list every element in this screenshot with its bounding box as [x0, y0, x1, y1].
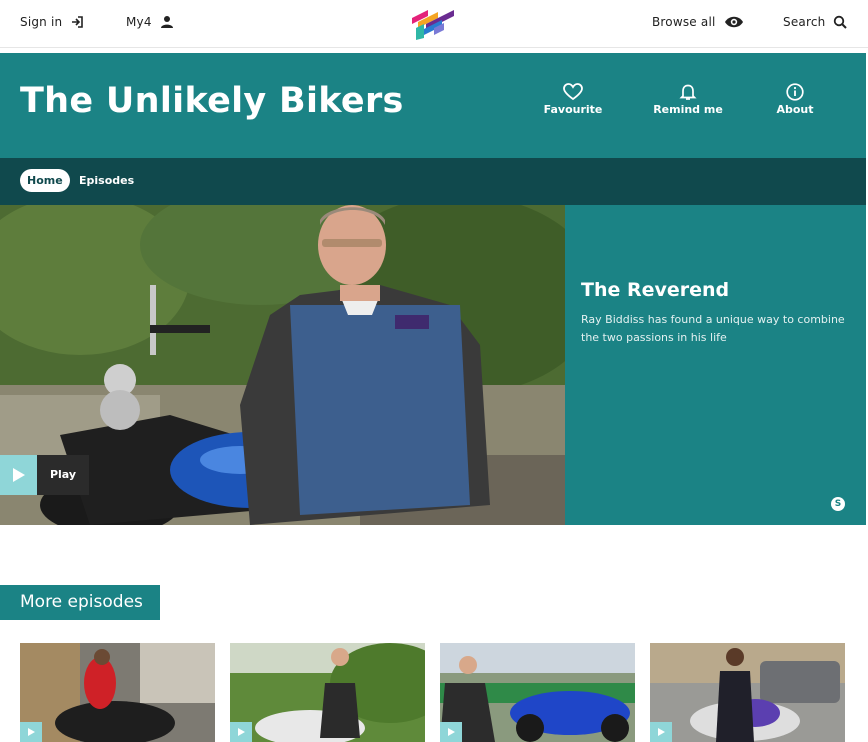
episode-thumbnail-4[interactable] — [650, 643, 845, 742]
about-label: About — [776, 103, 814, 116]
featured-episode-title[interactable]: The Reverend — [581, 279, 729, 301]
tab-home[interactable]: Home — [20, 169, 70, 192]
play-button[interactable]: Play — [0, 455, 89, 495]
show-title: The Unlikely Bikers — [20, 81, 404, 121]
tab-episodes[interactable]: Episodes — [72, 169, 141, 192]
sign-in-label: Sign in — [20, 15, 63, 29]
play-icon — [12, 468, 25, 482]
remind-me-button[interactable]: Remind me — [648, 83, 728, 116]
featured-episode-info: The Reverend Ray Biddiss has found a uni… — [565, 205, 866, 525]
search-link[interactable]: Search — [783, 0, 848, 44]
search-icon — [834, 15, 848, 29]
favourite-label: Favourite — [543, 103, 603, 116]
sign-in-icon — [72, 16, 84, 28]
featured-episode-image[interactable]: Play — [0, 205, 565, 525]
show-subnav: Home Episodes — [0, 158, 866, 205]
browse-all-label: Browse all — [652, 15, 716, 29]
episode-1-image — [20, 643, 215, 742]
heart-icon — [563, 83, 583, 101]
episode-4-image — [650, 643, 845, 742]
play-label: Play — [37, 455, 89, 495]
episode-3-play-icon — [440, 722, 462, 742]
episode-1-play-icon — [20, 722, 42, 742]
search-label: Search — [783, 15, 826, 29]
bell-icon — [679, 84, 697, 100]
favourite-button[interactable]: Favourite — [533, 83, 613, 116]
episode-4-play-icon — [650, 722, 672, 742]
episode-thumbnail-3[interactable] — [440, 643, 635, 742]
remind-me-label: Remind me — [653, 103, 723, 116]
my4-label: My4 — [126, 15, 152, 29]
sign-in-link[interactable]: Sign in — [20, 0, 84, 44]
about-button[interactable]: About — [755, 83, 835, 116]
info-icon — [786, 83, 804, 101]
featured-episode-description: Ray Biddiss has found a unique way to co… — [581, 313, 845, 344]
rating-badge: S — [831, 497, 845, 511]
user-icon — [160, 16, 173, 28]
episode-2-image — [230, 643, 425, 742]
browse-all-link[interactable]: Browse all — [652, 0, 744, 44]
channel-logo[interactable] — [404, 6, 458, 40]
top-navigation-bar: Sign in My4 Browse all Search — [0, 0, 868, 48]
more-episodes-heading: More episodes — [0, 585, 160, 620]
show-header: The Unlikely Bikers Favourite Remind me … — [0, 53, 866, 158]
play-icon-box — [0, 455, 37, 495]
episode-3-image — [440, 643, 635, 742]
episode-thumbnail-2[interactable] — [230, 643, 425, 742]
my4-link[interactable]: My4 — [126, 0, 174, 44]
eye-icon — [724, 16, 743, 28]
episode-2-play-icon — [230, 722, 252, 742]
episode-thumbnail-1[interactable] — [20, 643, 215, 742]
